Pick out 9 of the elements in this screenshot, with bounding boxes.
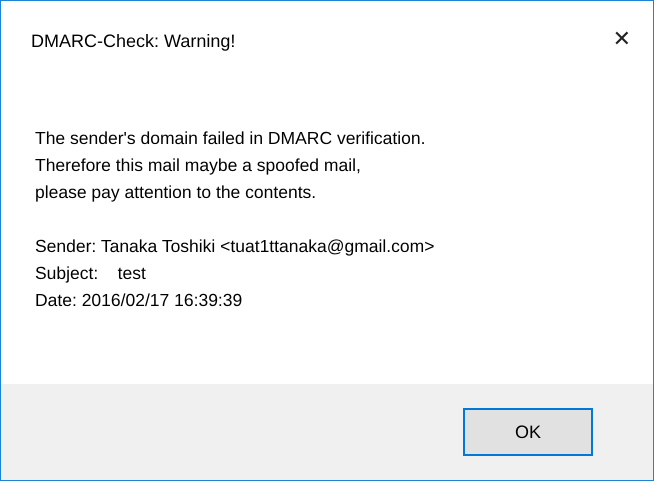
window-title: DMARC-Check: Warning! — [31, 31, 236, 52]
close-button[interactable]: ✕ — [600, 29, 643, 51]
message-line: The sender's domain failed in DMARC verification. — [35, 127, 426, 150]
ok-button[interactable]: OK — [463, 408, 593, 456]
message-line: please pay attention to the contents. — [35, 181, 316, 204]
message-line: Therefore this mail maybe a spoofed mail, — [35, 154, 361, 177]
detail-line: Date: 2016/02/17 16:39:39 — [35, 289, 242, 312]
detail-line: Sender: Tanaka Toshiki <tuat1ttanaka@gmail.com> — [35, 235, 434, 258]
detail-line: Subject: test — [35, 262, 146, 285]
